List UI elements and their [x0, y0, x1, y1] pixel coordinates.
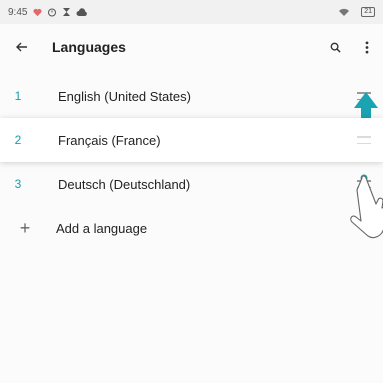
app-bar-actions — [319, 24, 383, 70]
back-button[interactable] — [0, 24, 44, 70]
screen: 9:45 21 Languages 1 English (United Stat… — [0, 0, 383, 383]
timer-icon — [47, 7, 57, 17]
language-label: Français (France) — [58, 132, 161, 148]
language-row-english[interactable]: 1 English (United States) — [0, 74, 383, 118]
drag-handle-icon[interactable] — [357, 136, 371, 144]
more-options-button[interactable] — [351, 24, 383, 70]
app-bar: Languages — [0, 24, 383, 70]
status-time: 9:45 — [8, 6, 28, 18]
status-right: 21 — [338, 7, 375, 17]
language-index: 3 — [14, 177, 22, 191]
more-vertical-icon — [365, 40, 369, 54]
add-language-label: Add a language — [56, 220, 148, 236]
language-label: Deutsch (Deutschland) — [58, 176, 191, 192]
heart-icon — [33, 8, 43, 17]
status-bar: 9:45 21 — [0, 0, 383, 24]
hourglass-icon — [62, 7, 71, 17]
language-label: English (United States) — [58, 88, 191, 104]
language-row-german[interactable]: 3 Deutsch (Deutschland) — [0, 162, 383, 206]
drag-handle-icon[interactable] — [357, 180, 371, 188]
wifi-icon — [338, 8, 350, 17]
drag-handle-icon[interactable] — [357, 92, 371, 100]
search-button[interactable] — [319, 24, 351, 70]
language-row-french[interactable]: 2 Français (France) — [0, 118, 383, 162]
language-index: 2 — [14, 133, 22, 147]
battery-indicator: 21 — [361, 7, 375, 17]
language-index: 1 — [14, 89, 22, 103]
add-language-button[interactable]: + Add a language — [0, 206, 383, 250]
plus-icon: + — [19, 217, 31, 238]
page-title: Languages — [52, 39, 126, 55]
language-list: 1 English (United States) 2 Français (Fr… — [0, 74, 383, 250]
cloud-icon — [76, 7, 88, 17]
back-arrow-icon — [16, 42, 27, 52]
search-icon — [330, 42, 341, 53]
